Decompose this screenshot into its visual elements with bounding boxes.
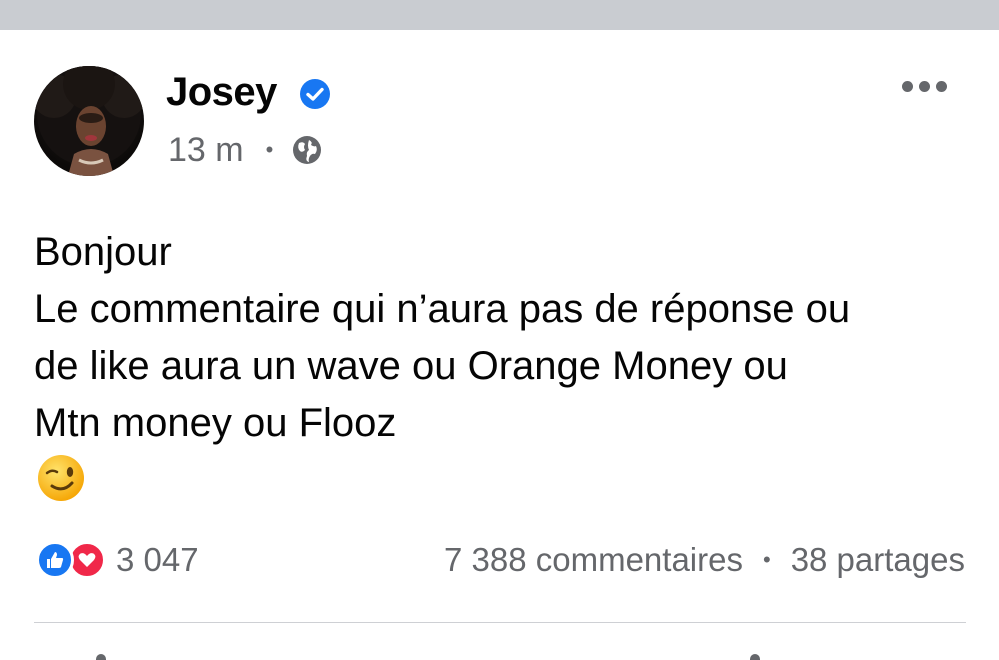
winking-face-emoji-icon xyxy=(38,455,84,501)
more-dot xyxy=(919,80,930,92)
globe-icon xyxy=(293,136,322,164)
reaction-summary[interactable]: 3 047 xyxy=(36,540,199,580)
post-text-line: de like aura un wave ou Orange Money ou xyxy=(34,344,788,388)
shares-count-link[interactable]: 38 partages xyxy=(791,540,965,580)
like-reaction-icon xyxy=(36,541,74,579)
verified-badge-icon xyxy=(300,79,330,109)
more-options-icon[interactable] xyxy=(902,76,948,96)
post-timestamp[interactable]: 13 m xyxy=(168,130,244,170)
meta-separator: • xyxy=(265,137,274,162)
author-name[interactable]: Josey xyxy=(166,68,277,116)
reaction-count: 3 047 xyxy=(116,541,199,578)
engagement-stats: 7 388 commentaires • 38 partages xyxy=(444,540,965,580)
share-action-icon[interactable] xyxy=(750,654,760,660)
post-text-line: Le commentaire qui n’aura pas de réponse… xyxy=(34,287,851,331)
more-dot xyxy=(902,80,913,92)
comments-count-link[interactable]: 7 388 commentaires xyxy=(444,540,743,580)
post-meta: 13 m • xyxy=(168,130,323,170)
post-text-line: Bonjour xyxy=(34,230,172,274)
top-separator-strip xyxy=(0,0,999,30)
avatar[interactable] xyxy=(34,66,144,176)
action-bar-divider xyxy=(34,622,966,623)
avatar-photo xyxy=(34,66,144,176)
post-text: Bonjour Le commentaire qui n’aura pas de… xyxy=(34,224,850,452)
post-text-line: Mtn money ou Flooz xyxy=(34,401,397,445)
more-dot xyxy=(936,80,947,92)
like-action-icon[interactable] xyxy=(96,654,106,660)
stats-separator: • xyxy=(762,547,771,572)
post-card: Josey 13 m • Bonjour Le commentaire qui … xyxy=(0,30,999,660)
